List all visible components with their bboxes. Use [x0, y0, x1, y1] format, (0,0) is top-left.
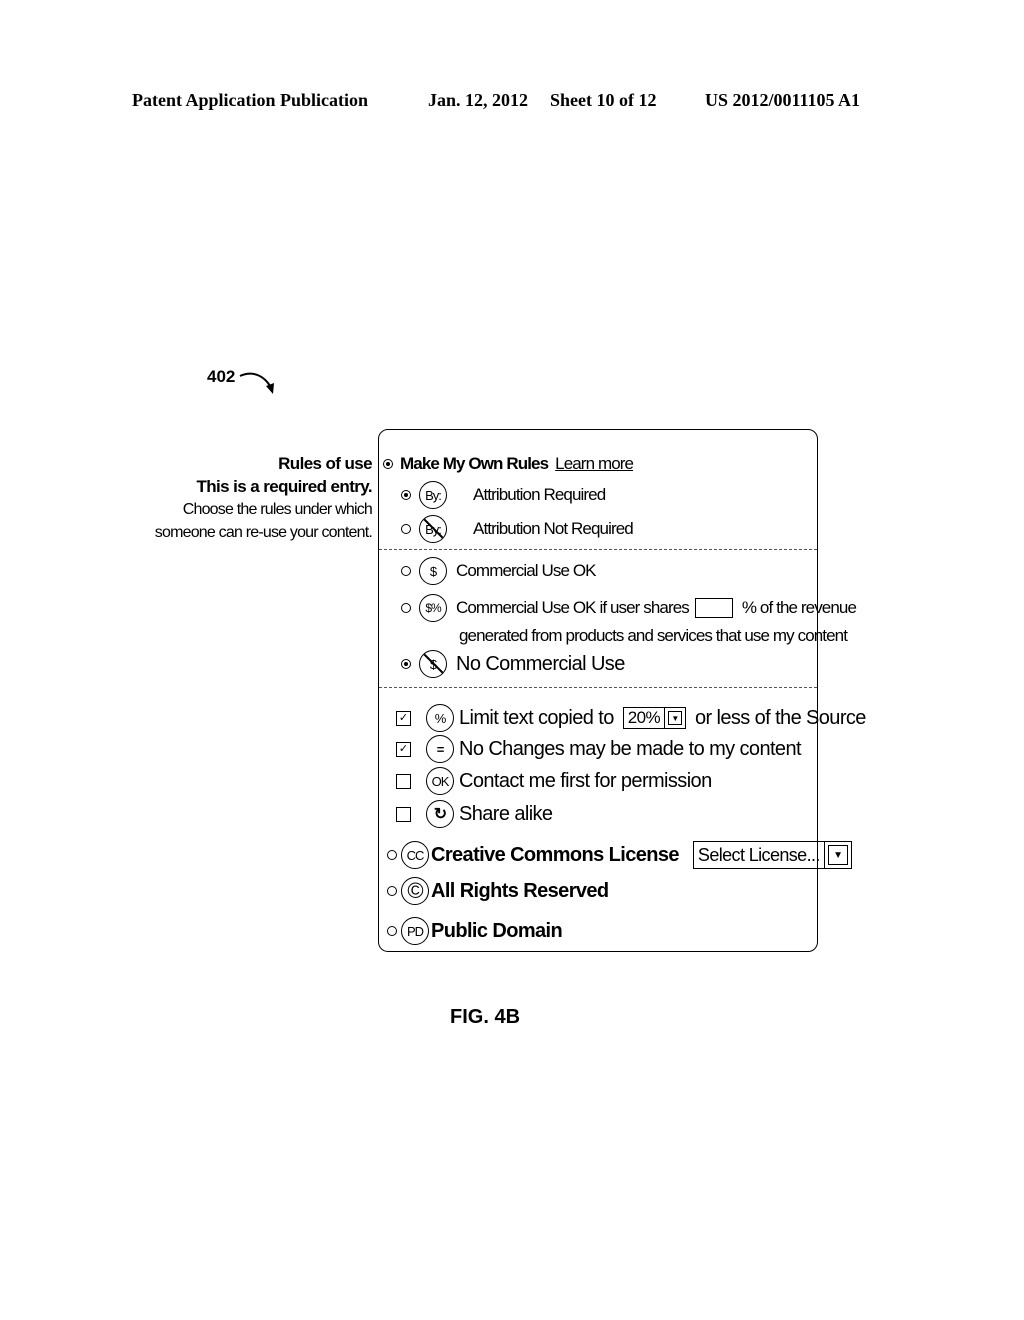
- make-own-rules-radio[interactable]: [383, 459, 393, 469]
- cc-license-radio[interactable]: [387, 850, 397, 860]
- commercial-share-label-line2: generated from products and services tha…: [459, 626, 848, 645]
- share-alike-icon: ↻: [426, 800, 454, 828]
- attribution-not-required-radio[interactable]: [401, 524, 411, 534]
- required-note: This is a required entry.: [196, 477, 372, 496]
- rules-panel: Make My Own Rules Learn more By: Attribu…: [378, 429, 866, 952]
- no-changes-label: No Changes may be made to my content: [459, 737, 802, 760]
- cc-icon: CC: [401, 841, 429, 869]
- sheet-number: Sheet 10 of 12: [550, 90, 657, 110]
- figure-label: FIG. 4B: [450, 1006, 521, 1028]
- cc-license-option[interactable]: CC Creative Commons License Select Licen…: [387, 841, 852, 869]
- attribution-required-radio[interactable]: [401, 490, 411, 500]
- license-select-value: Select License...: [697, 844, 820, 865]
- description-line-2: someone can re-use your content.: [154, 524, 373, 541]
- no-commercial-option[interactable]: $ No Commercial Use: [401, 650, 625, 678]
- public-domain-option[interactable]: PD Public Domain: [387, 917, 563, 945]
- publication-label: Patent Application Publication: [132, 90, 369, 110]
- dropdown-arrow-icon[interactable]: ▼: [663, 708, 685, 728]
- share-alike-label: Share alike: [459, 802, 553, 825]
- public-domain-radio[interactable]: [387, 926, 397, 936]
- attribution-not-required-label: Attribution Not Required: [473, 519, 634, 538]
- ok-icon: OK: [426, 767, 454, 795]
- no-commercial-label: No Commercial Use: [456, 652, 625, 675]
- cc-license-label: Creative Commons License: [431, 843, 680, 866]
- patent-number: US 2012/0011105 A1: [705, 90, 861, 110]
- reference-arrow-icon: [239, 372, 274, 394]
- pd-icon: PD: [401, 917, 429, 945]
- by-icon: By:: [419, 481, 447, 509]
- all-rights-radio[interactable]: [387, 886, 397, 896]
- dollar-percent-icon: $%: [419, 594, 447, 622]
- by-not-icon: By:: [419, 515, 447, 543]
- license-select[interactable]: Select License... ▼: [692, 841, 852, 869]
- share-alike-checkbox[interactable]: [396, 806, 411, 822]
- limit-text-checkbox[interactable]: ✓: [396, 710, 411, 726]
- dropdown-arrow-icon[interactable]: ▼: [823, 842, 851, 868]
- commercial-share-radio[interactable]: [401, 603, 411, 613]
- revenue-percent-input[interactable]: [694, 598, 733, 618]
- no-changes-checkbox[interactable]: ✓: [396, 741, 411, 757]
- no-commercial-radio[interactable]: [401, 659, 411, 669]
- equals-icon: =: [426, 735, 454, 763]
- commercial-ok-radio[interactable]: [401, 566, 411, 576]
- attribution-required-label: Attribution Required: [473, 485, 606, 504]
- contact-me-label: Contact me first for permission: [459, 769, 712, 792]
- limit-percent-select[interactable]: 20% ▼: [622, 707, 686, 729]
- rules-description: Rules of use This is a required entry. C…: [154, 452, 373, 544]
- make-own-rules-label: Make My Own Rules: [400, 454, 549, 473]
- commercial-share-label: Commercial Use OK if user shares: [456, 598, 690, 617]
- commercial-share-option[interactable]: $% Commercial Use OK if user shares % of…: [401, 594, 857, 622]
- copyright-icon: ©: [401, 877, 429, 905]
- learn-more-link[interactable]: Learn more: [555, 454, 634, 474]
- percent-icon: %: [426, 704, 454, 732]
- limit-text-label: Limit text copied to: [459, 706, 614, 729]
- dollar-icon: $: [419, 557, 447, 585]
- contact-me-option[interactable]: OK Contact me first for permission: [396, 767, 712, 795]
- commercial-ok-option[interactable]: $ Commercial Use OK: [401, 557, 597, 585]
- revenue-label: % of the revenue: [741, 598, 857, 617]
- contact-me-checkbox[interactable]: [396, 773, 411, 789]
- commercial-ok-label: Commercial Use OK: [456, 561, 597, 580]
- share-alike-option[interactable]: ↻ Share alike: [396, 800, 553, 828]
- attribution-not-required-option[interactable]: By: Attribution Not Required: [401, 515, 634, 543]
- limit-percent-value: 20%: [627, 708, 661, 727]
- no-changes-option[interactable]: ✓ = No Changes may be made to my content: [396, 735, 802, 763]
- reference-numeral: 402: [207, 367, 236, 386]
- all-rights-label: All Rights Reserved: [431, 879, 609, 902]
- limit-text-suffix: or less of the Source: [694, 706, 866, 729]
- section-divider: [379, 549, 817, 550]
- attribution-required-option[interactable]: By: Attribution Required: [401, 481, 606, 509]
- make-own-rules-option[interactable]: Make My Own Rules Learn more: [383, 454, 634, 474]
- no-dollar-icon: $: [419, 650, 447, 678]
- description-line-1: Choose the rules under which: [182, 501, 373, 518]
- public-domain-label: Public Domain: [431, 919, 563, 942]
- section-divider: [379, 687, 817, 688]
- limit-text-option[interactable]: ✓ % Limit text copied to 20% ▼ or less o…: [396, 704, 866, 732]
- all-rights-option[interactable]: © All Rights Reserved: [387, 877, 609, 905]
- rules-title: Rules of use: [278, 454, 372, 473]
- publication-date: Jan. 12, 2012: [428, 90, 529, 110]
